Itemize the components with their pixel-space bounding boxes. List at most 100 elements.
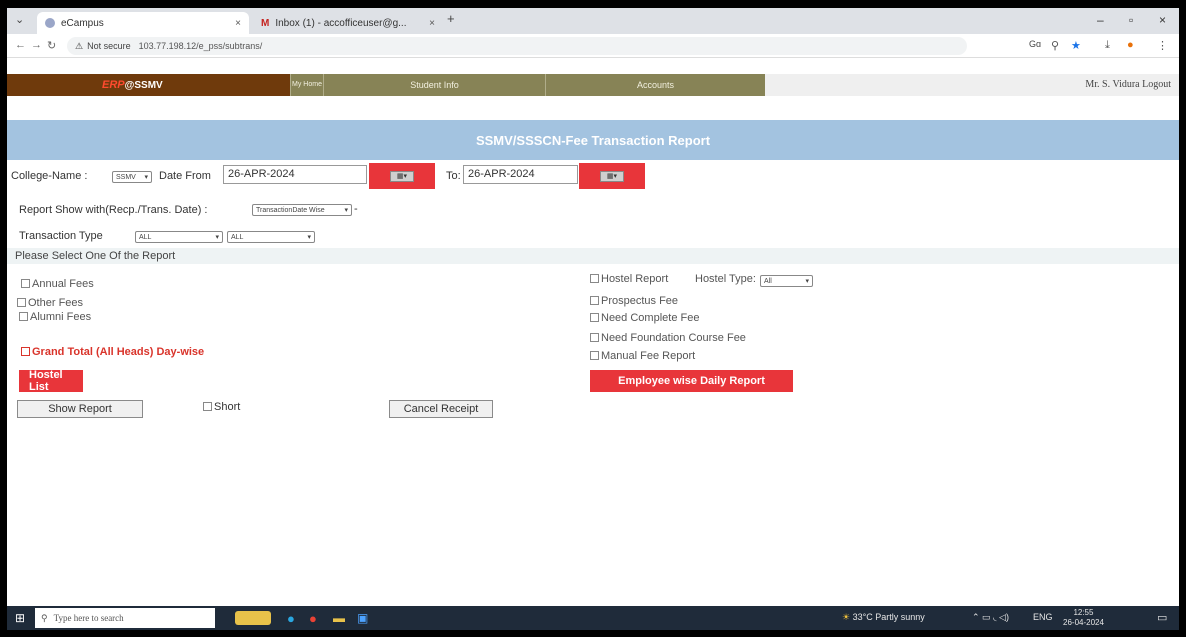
browser-window: ⌄ eCampus × M Inbox (1) - accofficeuser@… [7, 8, 1179, 630]
taskbar-search[interactable]: ⚲ Type here to search [35, 608, 215, 628]
new-tab-button[interactable]: + [447, 11, 455, 26]
bookmark-star-icon[interactable]: ★ [1071, 39, 1081, 52]
short-checkbox[interactable] [203, 402, 212, 411]
language-indicator[interactable]: ENG [1033, 612, 1053, 622]
profile-icon[interactable]: ● [1127, 39, 1134, 51]
report-show-select[interactable]: TransactionDate Wise ▾ [252, 204, 352, 216]
maximize-icon[interactable]: ▫ [1129, 13, 1133, 27]
page-title: SSMV/SSSCN-Fee Transaction Report [7, 120, 1179, 160]
nav-my-home[interactable]: My Home [290, 74, 323, 96]
chevron-down-icon: ▾ [144, 174, 148, 181]
dash-separator: - [354, 203, 358, 215]
taskbar: ⊞ ⚲ Type here to search ● ● ▬ ▣ ☀ 33°C P… [7, 606, 1179, 630]
header-spacer [7, 96, 1179, 120]
grand-total-checkbox[interactable] [21, 347, 30, 356]
need-foundation-fee-checkbox[interactable] [590, 333, 599, 342]
short-option[interactable]: Short [203, 401, 240, 413]
date-to-calendar-button[interactable]: ▦▾ [579, 163, 645, 189]
calendar-icon: ▦▾ [600, 170, 624, 182]
calendar-icon: ▦▾ [390, 170, 414, 182]
grand-total-option[interactable]: Grand Total (All Heads) Day-wise [21, 346, 204, 358]
alumni-fees-checkbox[interactable] [19, 312, 28, 321]
close-tab-icon[interactable]: × [235, 18, 241, 29]
manual-fee-report-checkbox[interactable] [590, 351, 599, 360]
logout-link[interactable]: Logout [1142, 79, 1171, 90]
search-icon: ⚲ [41, 612, 48, 623]
show-report-button[interactable]: Show Report [17, 400, 143, 418]
weather-status[interactable]: ☀ 33°C Partly sunny [842, 612, 925, 623]
need-complete-fee-option[interactable]: Need Complete Fee [590, 312, 699, 324]
need-complete-fee-checkbox[interactable] [590, 313, 599, 322]
nav-student-info[interactable]: Student Info [323, 74, 545, 96]
chrome-icon[interactable]: ● [309, 606, 317, 630]
cancel-receipt-button[interactable]: Cancel Receipt [389, 400, 493, 418]
report-show-label: Report Show with(Recp./Trans. Date) : [19, 204, 208, 216]
file-explorer-icon[interactable]: ▬ [333, 606, 345, 630]
sun-icon: ☀ [842, 612, 851, 622]
tab-ecampus[interactable]: eCampus × [37, 12, 249, 34]
date-from-label: Date From [159, 170, 211, 182]
chevron-down-icon: ▾ [215, 234, 219, 241]
manual-fee-report-option[interactable]: Manual Fee Report [590, 350, 695, 362]
hostel-type-select[interactable]: All ▾ [760, 275, 813, 287]
window-close-icon[interactable]: × [1159, 13, 1166, 27]
close-tab-icon[interactable]: × [429, 18, 435, 29]
college-select[interactable]: SSMV ▾ [112, 171, 152, 183]
globe-icon [45, 18, 55, 28]
other-fees-option[interactable]: Other Fees [17, 297, 83, 309]
forward-icon[interactable]: → [31, 39, 42, 51]
transaction-type-label: Transaction Type [19, 230, 103, 242]
nav-accounts[interactable]: Accounts [545, 74, 765, 96]
warning-icon: ⚠ [75, 40, 84, 51]
url-text: 103.77.198.12/e_pss/subtrans/ [138, 41, 263, 51]
brand-logo: ERP @SSMV [7, 74, 290, 96]
user-logout[interactable]: Mr. S. Vidura Logout [1085, 79, 1171, 90]
need-foundation-fee-option[interactable]: Need Foundation Course Fee [590, 332, 746, 344]
other-fees-checkbox[interactable] [17, 298, 26, 307]
edge-icon[interactable]: ● [287, 606, 295, 630]
chevron-down-icon: ▾ [805, 278, 809, 285]
date-from-calendar-button[interactable]: ▦▾ [369, 163, 435, 189]
weather-widget-icon[interactable] [235, 606, 275, 630]
tab-search-icon[interactable]: ⌄ [15, 13, 24, 26]
windows-start-icon[interactable]: ⊞ [15, 606, 25, 630]
hostel-report-checkbox[interactable] [590, 274, 599, 283]
alumni-fees-option[interactable]: Alumni Fees [19, 311, 91, 323]
annual-fees-checkbox[interactable] [21, 279, 30, 288]
tab-label: eCampus [61, 17, 104, 29]
translate-icon[interactable]: Gɑ [1029, 39, 1041, 49]
back-icon[interactable]: ← [15, 39, 26, 51]
zoom-icon[interactable]: ⚲ [1051, 39, 1059, 52]
not-secure-label: Not secure [87, 41, 131, 51]
college-label: College-Name : [11, 170, 88, 182]
app-header: ERP @SSMV My Home Student Info Accounts M… [7, 74, 1179, 96]
tab-bar: ⌄ eCampus × M Inbox (1) - accofficeuser@… [7, 8, 1179, 34]
prospectus-fee-checkbox[interactable] [590, 296, 599, 305]
hostel-type-label: Hostel Type: [695, 273, 756, 285]
tab-inbox[interactable]: M Inbox (1) - accofficeuser@g... × [253, 12, 443, 34]
to-label: To: [446, 170, 461, 182]
notification-icon[interactable]: ▭ [1157, 611, 1167, 624]
hostel-report-option[interactable]: Hostel Report [590, 273, 668, 285]
url-input[interactable]: ⚠ Not secure 103.77.198.12/e_pss/subtran… [67, 37, 967, 55]
date-from-input[interactable]: 26-APR-2024 [223, 165, 367, 184]
date-to-input[interactable]: 26-APR-2024 [463, 165, 578, 184]
reload-icon[interactable]: ↻ [47, 39, 56, 52]
chevron-down-icon: ▾ [307, 234, 311, 241]
annual-fees-option[interactable]: Annual Fees [21, 278, 94, 290]
download-icon[interactable]: ⤓ [1105, 39, 1110, 52]
store-icon[interactable]: ▣ [357, 606, 368, 630]
select-report-heading: Please Select One Of the Report [7, 248, 1179, 264]
transaction-type-select-1[interactable]: ALL ▾ [135, 231, 223, 243]
chevron-down-icon: ▾ [344, 207, 348, 214]
employee-daily-report-button[interactable]: Employee wise Daily Report [590, 370, 793, 392]
hostel-list-button[interactable]: Hostel List [19, 369, 83, 393]
clock[interactable]: 12:55 26-04-2024 [1063, 608, 1104, 628]
menu-icon[interactable]: ⋮ [1157, 39, 1168, 52]
tab-label: Inbox (1) - accofficeuser@g... [275, 17, 407, 29]
tray-icons[interactable]: ⌃ ▭ ◟ ◁) [972, 612, 1009, 623]
minimize-icon[interactable]: – [1097, 13, 1104, 27]
transaction-type-select-2[interactable]: ALL ▾ [227, 231, 315, 243]
gmail-icon: M [261, 18, 270, 29]
prospectus-fee-option[interactable]: Prospectus Fee [590, 295, 678, 307]
